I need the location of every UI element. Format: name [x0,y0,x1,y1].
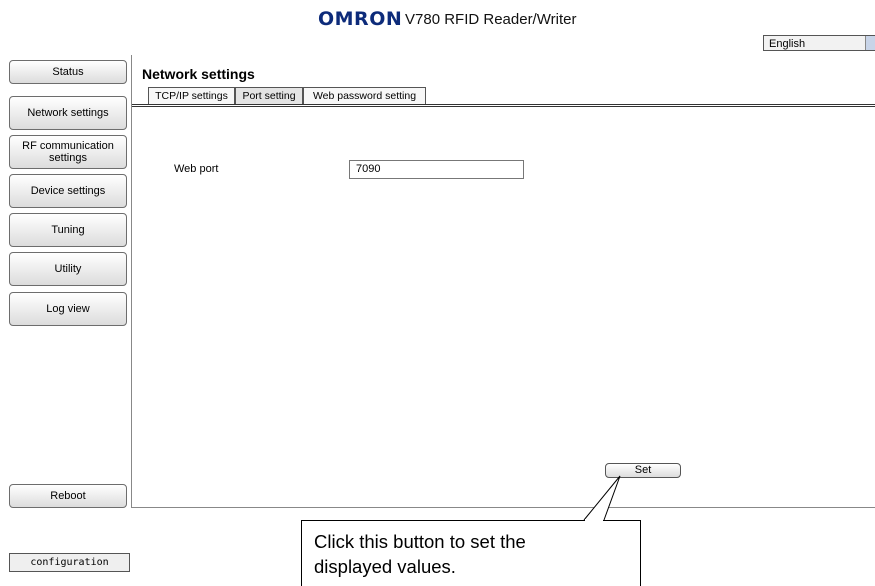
main-panel-border-bottom [131,507,875,508]
web-port-input[interactable]: 7090 [349,160,524,179]
main-panel-border [131,55,132,508]
configuration-button[interactable]: configuration [9,553,130,572]
sidebar-item-device-settings[interactable]: Device settings [9,174,127,208]
dropdown-arrow-icon[interactable] [865,36,875,50]
sidebar-item-label: Log view [46,303,90,315]
callout-annotation: Click this button to set the displayed v… [301,520,641,586]
configuration-button-label: configuration [30,557,109,568]
tab-tcpip-settings[interactable]: TCP/IP settings [148,87,235,104]
sidebar-item-status[interactable]: Status [9,60,127,84]
sidebar-item-label: Status [52,66,84,78]
set-button[interactable]: Set [605,463,681,478]
tab-port-setting[interactable]: Port setting [235,87,303,104]
language-select-value: English [769,38,806,50]
sidebar-item-log-view[interactable]: Log view [9,292,127,326]
sidebar-item-label: Network settings [27,107,109,119]
product-title: V780 RFID Reader/Writer [405,11,577,28]
sidebar-item-tuning[interactable]: Tuning [9,213,127,247]
set-button-label: Set [634,464,652,476]
sidebar-item-rf-communication-settings[interactable]: RF communication settings [9,135,127,169]
sidebar-item-label: Device settings [30,185,106,197]
sidebar-item-label: Tuning [51,224,85,236]
page-title: Network settings [142,66,255,82]
sidebar-nav: Status Network settings RF communication… [0,55,131,508]
tab-label: Web password setting [312,90,417,102]
web-port-label: Web port [174,163,219,175]
tab-web-password-setting[interactable]: Web password setting [303,87,426,104]
tab-label: TCP/IP settings [155,90,228,102]
reboot-button[interactable]: Reboot [9,484,127,508]
callout-text-line1: Click this button to set the [314,531,526,552]
sidebar-item-label: RF communication settings [22,140,114,164]
callout-text-line2: displayed values. [314,556,456,577]
omron-logo: OMRON [318,8,403,30]
sidebar-item-utility[interactable]: Utility [9,252,127,286]
reboot-button-label: Reboot [50,490,86,502]
tab-label: Port setting [242,90,296,102]
tab-bar-divider [132,104,875,107]
language-select[interactable]: English [763,35,875,51]
sidebar-item-network-settings[interactable]: Network settings [9,96,127,130]
sidebar-item-label: Utility [54,263,82,275]
